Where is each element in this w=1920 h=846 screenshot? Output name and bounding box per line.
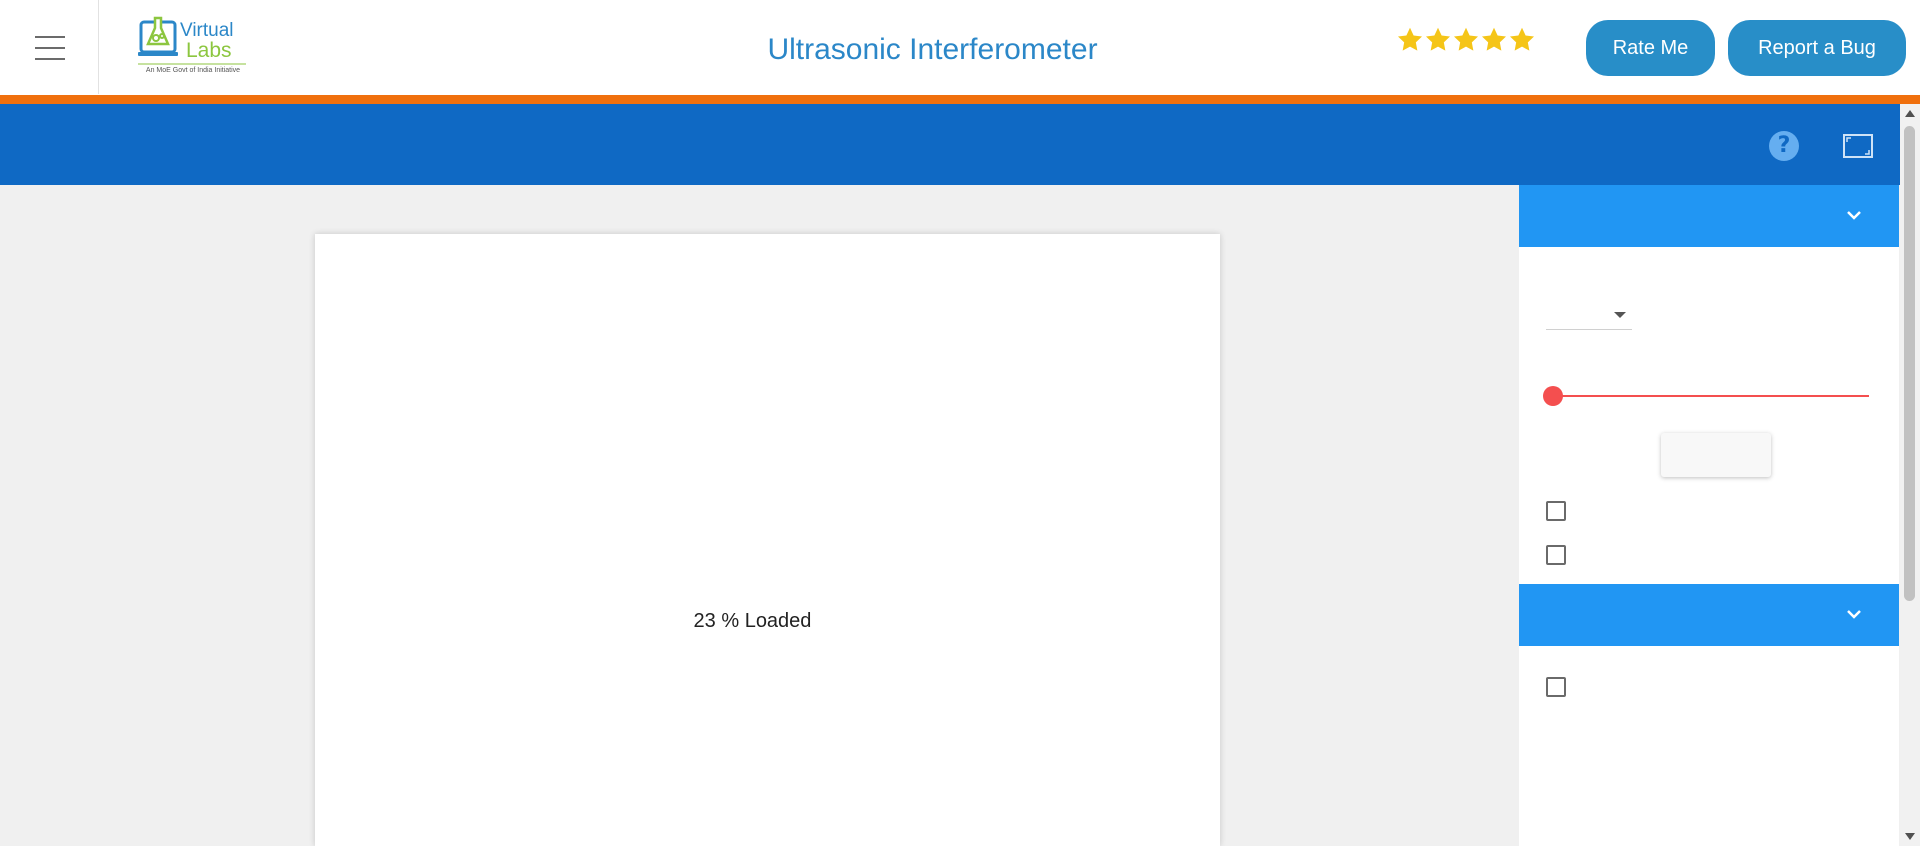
virtual-labs-logo[interactable]: Virtual Labs An MoE Govt of India Initia…	[138, 14, 248, 78]
logo-tagline: An MoE Govt of India Initiative	[145, 67, 241, 74]
chevron-down-icon	[1847, 211, 1861, 220]
slider-handle[interactable]	[1543, 386, 1563, 406]
fullscreen-icon[interactable]	[1843, 134, 1873, 158]
star-icon[interactable]	[1480, 26, 1508, 54]
accordion-header-controls[interactable]	[1519, 185, 1899, 247]
page-scrollbar[interactable]	[1900, 104, 1920, 846]
scroll-down-arrow-icon[interactable]	[1905, 833, 1915, 840]
accordion-header-options[interactable]	[1519, 584, 1899, 646]
checkbox-3[interactable]	[1546, 677, 1566, 697]
loading-status: 23 % Loaded	[693, 610, 812, 632]
action-button[interactable]	[1661, 433, 1771, 477]
svg-text:Virtual: Virtual	[180, 20, 234, 41]
simulation-canvas[interactable]: 23 % Loaded	[315, 234, 1220, 846]
flask-icon: Virtual Labs	[138, 16, 246, 65]
dropdown-arrow-icon	[1614, 312, 1626, 318]
hamburger-menu-button[interactable]	[0, 0, 99, 94]
star-icon[interactable]	[1424, 26, 1452, 54]
control-panel	[1519, 185, 1899, 846]
star-icon[interactable]	[1452, 26, 1480, 54]
hamburger-line	[35, 36, 65, 38]
medium-select[interactable]	[1546, 307, 1632, 330]
rate-me-button[interactable]: Rate Me	[1586, 20, 1715, 76]
star-icon[interactable]	[1508, 26, 1536, 54]
top-header: Virtual Labs An MoE Govt of India Initia…	[0, 0, 1920, 104]
checkbox-2[interactable]	[1546, 545, 1566, 565]
slider-track[interactable]	[1549, 395, 1869, 397]
checkbox-1[interactable]	[1546, 501, 1566, 521]
question-circle-icon[interactable]: ?	[1769, 131, 1799, 161]
hamburger-line	[35, 47, 65, 49]
page-title: Ultrasonic Interferometer	[767, 33, 1098, 66]
star-icon[interactable]	[1396, 26, 1424, 54]
scroll-up-arrow-icon[interactable]	[1905, 110, 1915, 117]
chevron-down-icon	[1847, 610, 1861, 619]
scroll-thumb[interactable]	[1904, 126, 1915, 601]
simulation-toolbar: ?	[0, 104, 1900, 185]
hamburger-line	[35, 58, 65, 60]
report-bug-button[interactable]: Report a Bug	[1728, 20, 1906, 76]
rating-stars[interactable]	[1396, 26, 1536, 54]
svg-text:Labs: Labs	[186, 39, 232, 62]
